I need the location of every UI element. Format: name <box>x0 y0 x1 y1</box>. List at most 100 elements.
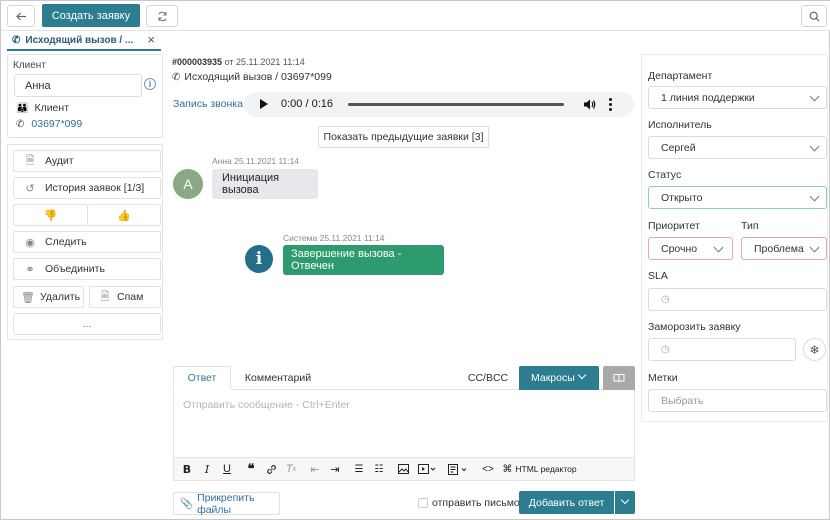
bold-icon[interactable]: B <box>180 458 194 480</box>
ticket-properties-panel: Департамент 1 линия поддержки Исполнител… <box>641 54 828 422</box>
quote-icon[interactable]: ❝ <box>244 458 258 480</box>
message-textarea[interactable]: Отправить сообщение - Ctrl+Enter <box>173 390 635 458</box>
send-mail-option: отправить письмо <box>418 497 520 509</box>
audio-progress-track[interactable] <box>348 103 564 106</box>
history-icon: ↺ <box>25 182 35 195</box>
macros-label: Макросы <box>531 372 575 384</box>
chevron-down-icon <box>713 242 724 253</box>
outdent-icon[interactable]: ⇤ <box>308 458 322 480</box>
call-recording-label: Запись звонка <box>173 98 243 110</box>
editor-toolbar: B I U ❝ Tx ⇤ ⇥ ☰ ☷ <> ⌘ HTML редактор <box>173 458 635 481</box>
status-select[interactable]: Открыто <box>648 186 827 209</box>
indent-icon[interactable]: ⇥ <box>328 458 342 480</box>
audio-player: 0:00 / 0:16 <box>244 92 634 117</box>
merge-button[interactable]: ⚭ Объединить <box>13 258 161 280</box>
snowflake-icon[interactable]: ❄ <box>803 338 826 361</box>
tags-placeholder: Выбрать <box>661 394 704 407</box>
submit-options-button[interactable] <box>615 491 635 514</box>
clear-format-icon[interactable]: Tx <box>284 458 298 480</box>
info-icon[interactable]: i <box>144 78 156 90</box>
message-bubble: Инициация вызова <box>212 169 318 199</box>
spam-button[interactable]: 🗎 Спам <box>89 286 161 308</box>
ticket-number: #000003935 <box>172 57 223 67</box>
show-previous-tickets-button[interactable]: Показать предыдущие заявки [3] <box>318 126 489 148</box>
tags-select[interactable]: Выбрать <box>648 389 827 412</box>
client-name-field[interactable]: Анна <box>14 74 142 97</box>
code-icon[interactable]: <> <box>480 458 496 480</box>
audit-label: Аудит <box>45 155 74 167</box>
phone-icon: ✆ <box>12 34 21 46</box>
more-vertical-icon[interactable] <box>609 98 613 112</box>
history-label: История заявок [1/3] <box>45 182 145 194</box>
cc-bcc-button[interactable]: CC/BCC <box>463 366 513 390</box>
ticket-subject-row: ✆ Исходящий вызов / 03697*099 <box>172 71 332 83</box>
system-info-icon: i <box>245 245 273 273</box>
italic-icon[interactable]: I <box>200 458 214 480</box>
eye-icon: ◉ <box>25 236 35 249</box>
dislike-button[interactable]: 👎 <box>13 204 87 226</box>
play-icon[interactable] <box>260 99 268 109</box>
freeze-label: Заморозить заявку <box>648 321 741 333</box>
freeze-date-field[interactable]: ◷ <box>648 338 796 361</box>
bullet-list-icon[interactable]: ☷ <box>372 458 386 480</box>
left-panel: Клиент Анна i 👪 Клиент ✆ 03697*099 🗎 Ауд… <box>7 54 163 340</box>
image-icon[interactable] <box>396 458 410 480</box>
actions-card: 🗎 Аудит ↺ История заявок [1/3] 👎 👍 ◉ Сле… <box>7 144 163 340</box>
ticket-tabs: ✆ Исходящий вызов / ... × <box>1 31 166 51</box>
tab-reply[interactable]: Ответ <box>173 366 231 390</box>
follow-button[interactable]: ◉ Следить <box>13 231 161 253</box>
back-button[interactable] <box>7 5 35 27</box>
tab-label: Исходящий вызов / ... <box>25 34 134 46</box>
message-meta: Анна 25.11.2021 11:14 <box>212 156 299 166</box>
department-select[interactable]: 1 линия поддержки <box>648 86 827 109</box>
attach-files-button[interactable]: 📎 Прикрепить файлы <box>173 492 280 516</box>
priority-label: Приоритет <box>648 220 700 232</box>
html-editor-button[interactable]: ⌘ HTML редактор <box>502 458 577 480</box>
like-button[interactable]: 👍 <box>87 204 161 226</box>
chevron-down-icon <box>809 91 820 102</box>
send-mail-label: отправить письмо <box>432 497 520 509</box>
link-icon[interactable] <box>264 458 278 480</box>
sla-label: SLA <box>648 270 668 282</box>
submit-reply-button[interactable]: Добавить ответ <box>519 491 614 514</box>
create-ticket-button[interactable]: Создать заявку <box>42 4 140 27</box>
send-mail-checkbox[interactable] <box>418 498 428 508</box>
underline-icon[interactable]: U <box>220 458 234 480</box>
priority-select[interactable]: Срочно <box>648 237 733 260</box>
tab-comment[interactable]: Комментарий <box>233 366 323 390</box>
clock-icon: ◷ <box>661 294 670 305</box>
chevron-down-icon <box>809 191 820 202</box>
history-button[interactable]: ↺ История заявок [1/3] <box>13 177 161 199</box>
assignee-select[interactable]: Сергей <box>648 136 827 159</box>
assignee-value: Сергей <box>661 141 696 154</box>
refresh-button[interactable] <box>146 5 178 27</box>
more-actions-button[interactable]: ... <box>13 313 161 335</box>
volume-icon[interactable] <box>583 98 596 114</box>
close-icon[interactable]: × <box>147 32 155 47</box>
type-select[interactable]: Проблема <box>741 237 827 260</box>
delete-button[interactable]: 🗑 Удалить <box>13 286 84 308</box>
assignee-label: Исполнитель <box>648 119 712 131</box>
video-icon[interactable] <box>416 458 438 480</box>
audit-button[interactable]: 🗎 Аудит <box>13 150 161 172</box>
macros-button[interactable]: Макросы <box>519 366 599 390</box>
merge-label: Объединить <box>45 263 105 275</box>
clock-icon: ◷ <box>661 344 670 355</box>
sla-field[interactable]: ◷ <box>648 288 827 311</box>
editor-tabs-row: Ответ Комментарий CC/BCC Макросы <box>173 366 635 390</box>
client-phone-link[interactable]: 03697*099 <box>31 118 82 130</box>
phone-icon: ✆ <box>172 71 181 83</box>
search-button[interactable] <box>801 5 827 27</box>
tab-outgoing-call[interactable]: ✆ Исходящий вызов / ... × <box>7 31 161 51</box>
message-author: Анна <box>212 156 232 166</box>
client-title: Клиент <box>13 60 46 71</box>
template-icon[interactable] <box>446 458 470 480</box>
ticket-subject: Исходящий вызов / 03697*099 <box>184 71 332 83</box>
message-meta: Система 25.11.2021 11:14 <box>283 233 385 243</box>
ordered-list-icon[interactable]: ☰ <box>352 458 366 480</box>
thumbs-up-icon: 👍 <box>117 209 131 222</box>
knowledge-base-button[interactable] <box>603 366 635 390</box>
client-type-label: Клиент <box>34 102 70 114</box>
type-value: Проблема <box>754 242 804 255</box>
department-label: Департамент <box>648 70 713 82</box>
